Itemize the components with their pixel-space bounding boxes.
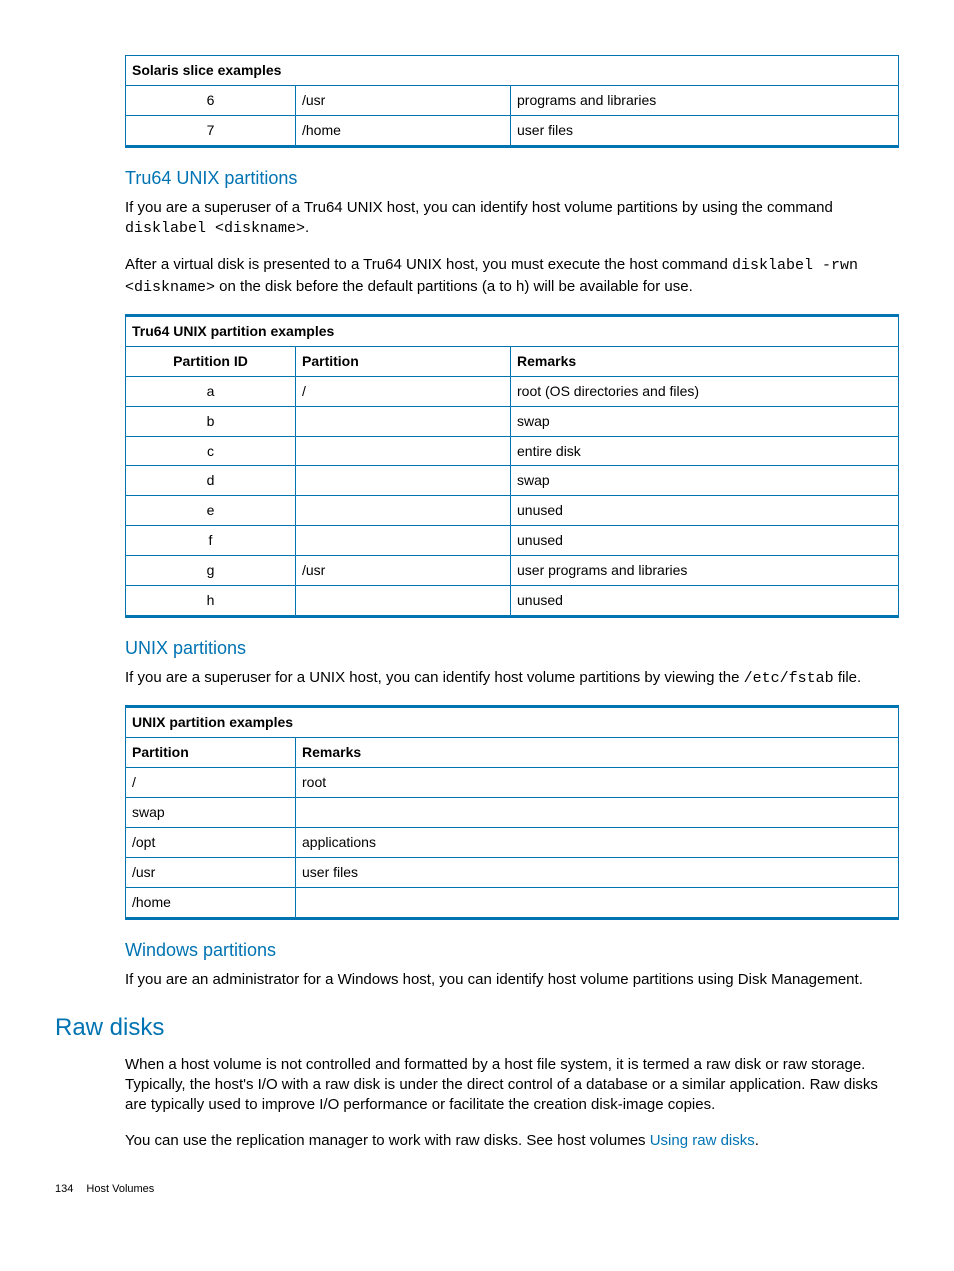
col-partition-id: Partition ID	[126, 346, 296, 376]
unix-table-title: UNIX partition examples	[126, 707, 899, 738]
unix-heading: UNIX partitions	[125, 636, 899, 660]
col-remarks: Remarks	[296, 738, 899, 768]
link-using-raw-disks[interactable]: Using raw disks	[650, 1132, 755, 1149]
table-row: hunused	[126, 585, 899, 616]
solaris-table-title: Solaris slice examples	[126, 56, 899, 86]
table-row: a/root (OS directories and files)	[126, 376, 899, 406]
tru64-para2: After a virtual disk is presented to a T…	[125, 255, 899, 298]
rawdisks-para1: When a host volume is not controlled and…	[125, 1055, 899, 1116]
unix-table: UNIX partition examples Partition Remark…	[125, 705, 899, 919]
code-fstab: /etc/fstab	[744, 670, 834, 687]
col-remarks: Remarks	[511, 346, 899, 376]
unix-para: If you are a superuser for a UNIX host, …	[125, 668, 899, 689]
tru64-heading: Tru64 UNIX partitions	[125, 166, 899, 190]
table-row: swap	[126, 798, 899, 828]
table-row: g/usruser programs and libraries	[126, 556, 899, 586]
table-row: /usruser files	[126, 857, 899, 887]
table-row: /optapplications	[126, 827, 899, 857]
table-row: 7 /home user files	[126, 115, 899, 146]
table-row: centire disk	[126, 436, 899, 466]
table-row: /root	[126, 768, 899, 798]
tru64-para1: If you are a superuser of a Tru64 UNIX h…	[125, 198, 899, 240]
rawdisks-para2: You can use the replication manager to w…	[125, 1131, 899, 1151]
page-number: 134	[55, 1183, 73, 1195]
table-row: dswap	[126, 466, 899, 496]
table-row: bswap	[126, 406, 899, 436]
col-partition: Partition	[126, 738, 296, 768]
table-row: /home	[126, 887, 899, 918]
solaris-table: Solaris slice examples 6 /usr programs a…	[125, 55, 899, 148]
code-disklabel: disklabel <diskname>	[125, 220, 305, 237]
tru64-table-title: Tru64 UNIX partition examples	[126, 315, 899, 346]
footer-section: Host Volumes	[86, 1183, 154, 1195]
page-footer: 134 Host Volumes	[55, 1182, 899, 1197]
rawdisks-heading: Raw disks	[55, 1012, 899, 1044]
windows-heading: Windows partitions	[125, 938, 899, 962]
windows-para: If you are an administrator for a Window…	[125, 970, 899, 990]
col-partition: Partition	[296, 346, 511, 376]
table-row: 6 /usr programs and libraries	[126, 85, 899, 115]
table-row: eunused	[126, 496, 899, 526]
table-row: funused	[126, 526, 899, 556]
tru64-table: Tru64 UNIX partition examples Partition …	[125, 314, 899, 618]
